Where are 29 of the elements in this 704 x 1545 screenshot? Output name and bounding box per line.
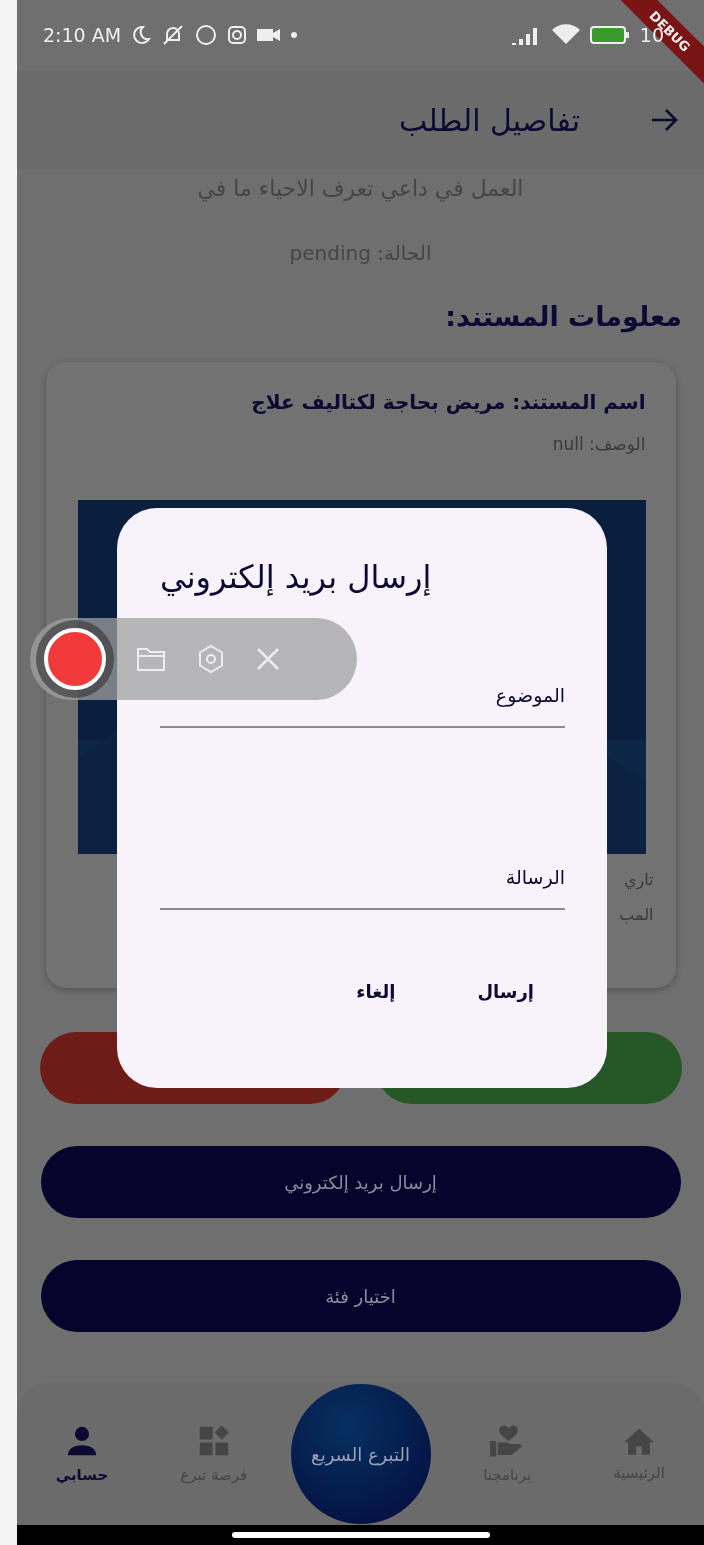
quick-donate-button[interactable]: التبرع السريع [290, 1384, 431, 1524]
cancel-button[interactable]: إلغاء [350, 980, 402, 1003]
choose-category-button[interactable]: اختيار فئة [40, 1260, 681, 1332]
page-title: تفاصيل الطلب [399, 102, 580, 138]
document-description: الوصف: null [551, 434, 646, 454]
message-field[interactable]: الرسالة [160, 840, 565, 910]
section-heading: معلومات المستند: [445, 301, 682, 332]
moon-icon [131, 25, 152, 45]
document-name: اسم المستند: مريض بحاجة لكتاليف علاج [250, 390, 646, 414]
status-time: 2:10 AM [43, 24, 122, 46]
dot-icon [291, 32, 298, 38]
dialog-title: إرسال بريد إلكتروني [160, 558, 432, 596]
document-date: تاري [623, 870, 654, 889]
video-icon [257, 27, 282, 43]
document-amount: المب [619, 905, 654, 924]
record-button[interactable] [44, 628, 106, 690]
camera-icon [227, 25, 248, 45]
home-indicator[interactable] [231, 1532, 490, 1538]
close-icon[interactable] [256, 647, 280, 671]
send-email-button[interactable]: إرسال بريد إلكتروني [40, 1146, 681, 1218]
nav-item[interactable]: حسابي [27, 1423, 137, 1485]
back-arrow-icon[interactable] [650, 108, 678, 132]
battery-icon [589, 25, 630, 45]
home-icon [622, 1426, 656, 1456]
folder-icon[interactable] [136, 646, 166, 672]
wifi-icon [551, 24, 580, 46]
send-button[interactable]: إرسال [471, 980, 540, 1003]
settings-icon[interactable] [196, 644, 226, 674]
person-icon [65, 1424, 99, 1458]
